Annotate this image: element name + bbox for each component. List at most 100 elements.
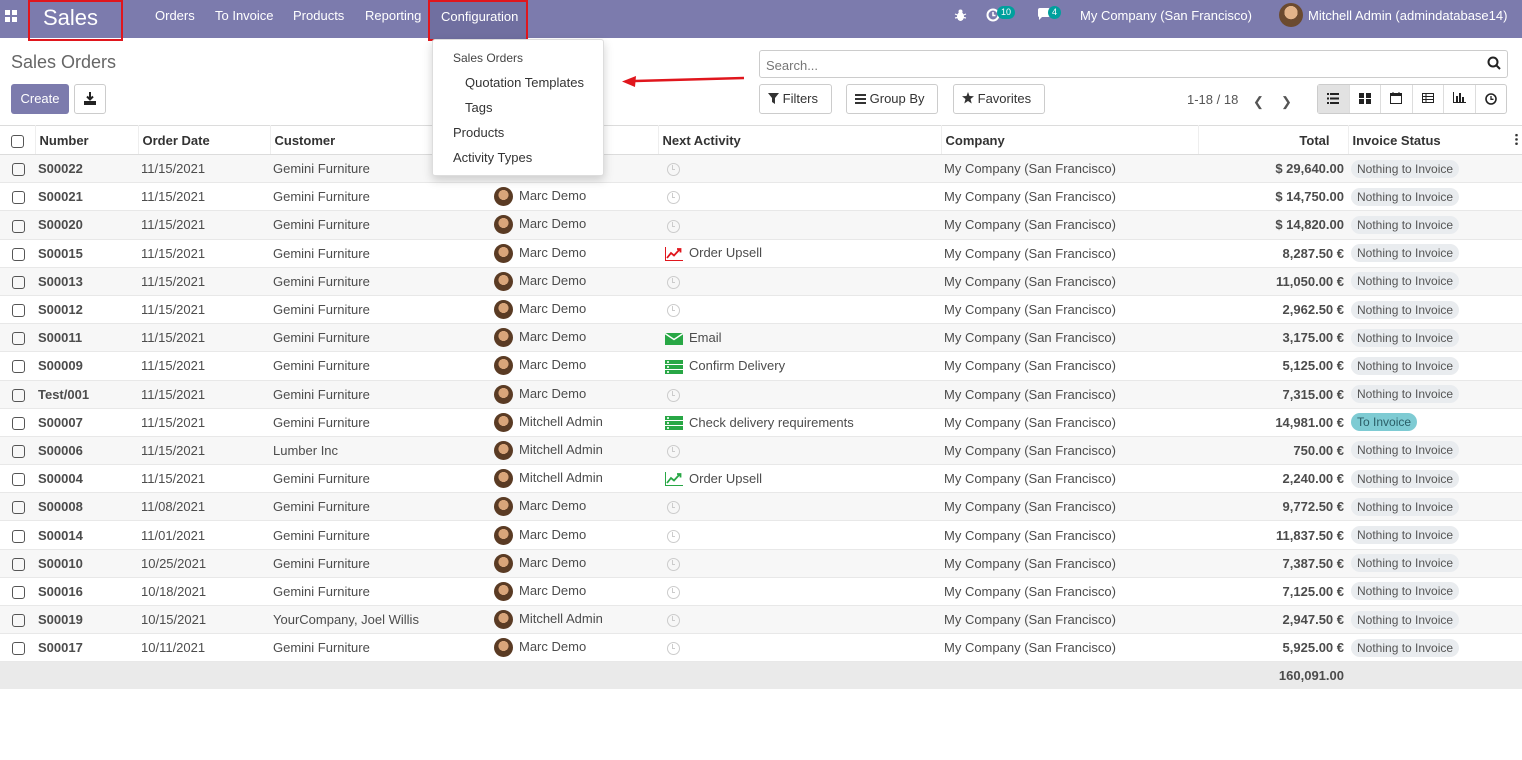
next-activity[interactable]	[658, 577, 941, 607]
row-select-cell[interactable]	[0, 464, 35, 494]
row-checkbox[interactable]	[12, 557, 25, 571]
pivot-view-icon[interactable]	[1413, 85, 1444, 113]
apps-menu-icon[interactable]	[5, 10, 18, 23]
column-invoice-status[interactable]: Invoice Status	[1348, 125, 1522, 155]
menu-to-invoice[interactable]: To Invoice	[215, 0, 274, 38]
table-row[interactable]: S00021 11/15/2021 Gemini Furniture Marc Dem…	[0, 182, 1522, 212]
row-checkbox[interactable]	[12, 304, 25, 318]
menu-reporting[interactable]: Reporting	[365, 0, 421, 38]
kanban-view-icon[interactable]	[1350, 85, 1381, 113]
next-activity[interactable]	[658, 182, 941, 212]
table-row[interactable]: S00010 10/25/2021 Gemini Furniture Marc Dem…	[0, 549, 1522, 578]
user-menu[interactable]: Mitchell Admin (admindatabase14)	[1308, 0, 1507, 38]
table-row[interactable]: S00013 11/15/2021 Gemini Furniture Marc Dem…	[0, 267, 1522, 296]
row-select-cell[interactable]	[0, 605, 35, 635]
table-row[interactable]: S00017 10/11/2021 Gemini Furniture Marc Dem…	[0, 633, 1522, 663]
row-checkbox[interactable]	[12, 585, 25, 599]
dropdown-item-activity-types[interactable]: Activity Types	[453, 150, 532, 165]
schedule-activity-clock-icon[interactable]	[667, 191, 680, 205]
next-activity[interactable]	[658, 210, 941, 240]
filters-button[interactable]: Filters	[759, 84, 832, 114]
search-bar[interactable]: Search...	[759, 50, 1508, 78]
row-select-cell[interactable]	[0, 323, 35, 353]
dropdown-item-products[interactable]: Products	[453, 125, 504, 140]
next-activity[interactable]	[658, 267, 941, 296]
row-select-cell[interactable]	[0, 520, 35, 550]
next-activity[interactable]: Order Upsell	[658, 464, 941, 494]
menu-orders[interactable]: Orders	[155, 0, 195, 38]
groupby-button[interactable]: Group By	[846, 84, 938, 114]
row-checkbox[interactable]	[12, 445, 25, 458]
schedule-activity-clock-icon[interactable]	[667, 304, 680, 318]
schedule-activity-clock-icon[interactable]	[667, 585, 680, 599]
menu-products[interactable]: Products	[293, 0, 344, 38]
row-select-cell[interactable]	[0, 295, 35, 325]
list-view-icon[interactable]	[1318, 85, 1350, 113]
row-checkbox[interactable]	[12, 473, 25, 487]
schedule-activity-clock-icon[interactable]	[667, 614, 680, 628]
schedule-activity-clock-icon[interactable]	[667, 501, 680, 515]
table-row[interactable]: Test/001 11/15/2021 Gemini Furniture Marc D…	[0, 380, 1522, 409]
next-activity[interactable]	[658, 436, 941, 466]
schedule-activity-clock-icon[interactable]	[667, 445, 680, 458]
schedule-activity-clock-icon[interactable]	[667, 642, 680, 656]
company-switcher[interactable]: My Company (San Francisco)	[1080, 0, 1252, 38]
table-row[interactable]: S00011 11/15/2021 Gemini Furniture Marc Dem…	[0, 323, 1522, 353]
table-row[interactable]: S00020 11/15/2021 Gemini Furniture Marc Dem…	[0, 210, 1522, 240]
calendar-view-icon[interactable]	[1381, 85, 1413, 113]
next-activity[interactable]: Check delivery requirements	[658, 408, 941, 437]
pager-previous-icon[interactable]: ❮	[1253, 94, 1264, 110]
table-row[interactable]: S00009 11/15/2021 Gemini Furniture Marc Dem…	[0, 351, 1522, 381]
table-row[interactable]: S00014 11/01/2021 Gemini Furniture Marc Dem…	[0, 520, 1522, 550]
next-activity[interactable]	[658, 154, 941, 184]
graph-view-icon[interactable]	[1444, 85, 1476, 113]
row-select-cell[interactable]	[0, 633, 35, 663]
column-next-activity[interactable]: Next Activity	[658, 125, 942, 155]
menu-configuration[interactable]: Configuration	[428, 0, 528, 41]
next-activity[interactable]: Confirm Delivery	[658, 351, 941, 381]
next-activity[interactable]	[658, 380, 941, 409]
row-checkbox[interactable]	[12, 191, 25, 205]
pager-value[interactable]: 1-18 / 18	[1187, 92, 1238, 107]
next-activity[interactable]: Order Upsell	[658, 239, 941, 268]
export-button[interactable]	[74, 84, 106, 114]
column-company[interactable]: Company	[941, 125, 1199, 155]
select-all-checkbox[interactable]	[11, 134, 24, 148]
pager-next-icon[interactable]: ❯	[1281, 94, 1292, 110]
row-select-cell[interactable]	[0, 351, 35, 381]
dropdown-item-quotation-templates[interactable]: Quotation Templates	[465, 75, 584, 90]
column-number[interactable]: Number	[35, 125, 139, 155]
user-avatar[interactable]	[1279, 3, 1303, 27]
table-row[interactable]: S00007 11/15/2021 Gemini Furniture Mitchell…	[0, 408, 1522, 437]
activity-view-icon[interactable]	[1476, 85, 1507, 113]
next-activity[interactable]	[658, 520, 941, 550]
table-row[interactable]: S00016 10/18/2021 Gemini Furniture Marc Dem…	[0, 577, 1522, 607]
row-checkbox[interactable]	[12, 614, 25, 628]
dropdown-item-tags[interactable]: Tags	[465, 100, 492, 115]
optional-columns-icon[interactable]	[1514, 133, 1518, 146]
schedule-activity-clock-icon[interactable]	[667, 275, 680, 289]
favorites-button[interactable]: Favorites	[953, 84, 1045, 114]
row-select-cell[interactable]	[0, 154, 35, 184]
row-checkbox[interactable]	[12, 247, 25, 261]
schedule-activity-clock-icon[interactable]	[667, 388, 680, 402]
row-checkbox[interactable]	[12, 275, 25, 289]
schedule-activity-clock-icon[interactable]	[667, 529, 680, 543]
table-row[interactable]: S00022 11/15/2021 Gemini Furniture My Compa…	[0, 154, 1522, 184]
app-brand[interactable]: Sales	[28, 0, 123, 41]
schedule-activity-clock-icon[interactable]	[667, 219, 680, 233]
schedule-activity-clock-icon[interactable]	[667, 557, 680, 571]
row-checkbox[interactable]	[12, 332, 25, 346]
row-checkbox[interactable]	[12, 642, 25, 656]
table-row[interactable]: S00004 11/15/2021 Gemini Furniture Mitchell…	[0, 464, 1522, 494]
next-activity[interactable]	[658, 492, 941, 522]
row-checkbox[interactable]	[12, 163, 25, 177]
row-select-cell[interactable]	[0, 182, 35, 212]
create-button[interactable]: Create	[11, 84, 69, 114]
search-input[interactable]: Search...	[766, 58, 818, 73]
column-total[interactable]: Total	[1198, 125, 1349, 155]
row-checkbox[interactable]	[12, 501, 25, 515]
table-row[interactable]: S00015 11/15/2021 Gemini Furniture Marc Dem…	[0, 239, 1522, 268]
row-checkbox[interactable]	[12, 416, 25, 430]
table-row[interactable]: S00006 11/15/2021 Lumber Inc Mitchell Admin…	[0, 436, 1522, 466]
